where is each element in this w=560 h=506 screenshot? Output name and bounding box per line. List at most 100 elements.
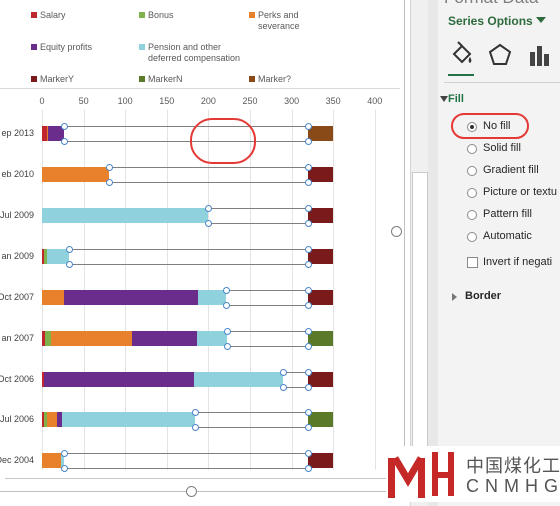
selection-handle[interactable] — [305, 424, 313, 431]
selection-handle[interactable] — [66, 261, 74, 268]
picture-fill-option[interactable]: Picture or textu — [467, 186, 560, 204]
bar-segment[interactable] — [42, 453, 62, 468]
selected-series-outline[interactable] — [63, 126, 309, 127]
selection-handle[interactable] — [60, 123, 68, 130]
bar-segment[interactable] — [308, 167, 334, 182]
x-tick-label: 150 — [159, 96, 175, 106]
selection-handle[interactable] — [222, 302, 230, 309]
selection-handle[interactable] — [305, 138, 313, 145]
selection-handle[interactable] — [222, 287, 230, 294]
selected-series-outline[interactable] — [208, 223, 309, 224]
legend-entry[interactable]: Perks and severance — [249, 10, 328, 32]
invert-checkbox[interactable] — [467, 257, 478, 268]
bar-segment[interactable] — [308, 331, 334, 346]
chart-row: an 2009 — [0, 246, 410, 268]
selected-series-outline[interactable] — [225, 290, 309, 291]
selection-handle[interactable] — [305, 302, 313, 309]
selected-series-outline[interactable] — [225, 305, 309, 306]
selection-handle[interactable] — [205, 220, 213, 227]
chart-resize-handle-right[interactable] — [391, 226, 402, 237]
selection-handle[interactable] — [223, 328, 231, 335]
selection-handle[interactable] — [60, 138, 68, 145]
selected-series-outline[interactable] — [108, 167, 309, 168]
selected-series-outline[interactable] — [226, 346, 309, 347]
legend-entry[interactable]: Pension and other deferred compensation — [139, 42, 256, 64]
bar-segment[interactable] — [46, 412, 57, 427]
selection-handle[interactable] — [61, 450, 69, 457]
selected-series-outline[interactable] — [108, 182, 309, 183]
bar-chart-options-icon[interactable] — [524, 40, 554, 70]
bar-segment[interactable] — [308, 290, 334, 305]
bar-segment[interactable] — [43, 372, 195, 387]
selection-handle[interactable] — [105, 179, 113, 186]
expand-arrow-icon[interactable] — [440, 96, 448, 102]
selection-handle[interactable] — [305, 465, 313, 472]
automatic-fill-option[interactable]: Automatic — [467, 230, 560, 248]
selection-handle[interactable] — [61, 465, 69, 472]
selected-series-outline[interactable] — [69, 264, 309, 265]
bar-segment[interactable] — [308, 372, 334, 387]
radio-button[interactable] — [467, 232, 477, 242]
legend-entry[interactable]: Salary — [31, 10, 110, 21]
fill-bucket-icon[interactable] — [446, 40, 476, 70]
bar-segment[interactable] — [308, 208, 334, 223]
bar-segment[interactable] — [196, 331, 227, 346]
solid-fill-option[interactable]: Solid fill — [467, 142, 560, 160]
radio-button[interactable] — [467, 166, 477, 176]
invert-if-negative-option[interactable]: Invert if negati — [467, 256, 560, 274]
bar-segment[interactable] — [308, 126, 334, 141]
legend-entry[interactable]: MarkerY — [31, 74, 110, 85]
selection-handle[interactable] — [305, 343, 313, 350]
selected-series-outline[interactable] — [64, 453, 309, 454]
fill-section-header[interactable]: Fill — [448, 93, 464, 105]
legend-entry[interactable]: MarkerN — [139, 74, 218, 85]
collapse-arrow-icon[interactable] — [452, 293, 457, 301]
pattern-fill-option[interactable]: Pattern fill — [467, 208, 560, 226]
selected-series-outline[interactable] — [208, 208, 309, 209]
border-section-header[interactable]: Border — [465, 290, 501, 302]
bar-segment[interactable] — [51, 331, 132, 346]
selection-handle[interactable] — [205, 205, 213, 212]
bar-segment[interactable] — [131, 331, 197, 346]
selection-handle[interactable] — [192, 409, 200, 416]
selected-series-outline[interactable] — [195, 427, 309, 428]
bar-segment[interactable] — [42, 208, 209, 223]
bar-segment[interactable] — [42, 290, 64, 305]
selection-handle[interactable] — [223, 343, 231, 350]
bar-segment[interactable] — [63, 290, 199, 305]
chart-resize-handle-bottom[interactable] — [186, 486, 197, 497]
selection-handle[interactable] — [280, 369, 288, 376]
selection-handle[interactable] — [280, 384, 288, 391]
selection-handle[interactable] — [105, 164, 113, 171]
selection-handle[interactable] — [192, 424, 200, 431]
radio-button[interactable] — [467, 144, 477, 154]
series-options-dropdown[interactable]: Series Options — [448, 14, 533, 28]
bar-segment[interactable] — [61, 412, 196, 427]
selection-handle[interactable] — [66, 246, 74, 253]
legend-entry[interactable]: Equity profits — [31, 42, 110, 53]
bar-segment[interactable] — [42, 167, 109, 182]
bar-segment[interactable] — [198, 290, 226, 305]
selected-series-outline[interactable] — [64, 468, 309, 469]
radio-button[interactable] — [467, 210, 477, 220]
selection-handle[interactable] — [305, 261, 313, 268]
bar-segment[interactable] — [308, 453, 334, 468]
bar-segment[interactable] — [308, 249, 334, 264]
selection-handle[interactable] — [305, 179, 313, 186]
legend-entry[interactable]: Marker? — [249, 74, 328, 85]
bar-segment[interactable] — [308, 412, 334, 427]
selected-series-outline[interactable] — [195, 412, 309, 413]
selection-handle[interactable] — [305, 384, 313, 391]
selected-series-outline[interactable] — [226, 331, 309, 332]
radio-button[interactable] — [467, 188, 477, 198]
format-data-series-pane: Format Data Series Options Fill No fillS… — [438, 0, 560, 506]
selection-handle[interactable] — [305, 220, 313, 227]
pentagon-effects-icon[interactable] — [485, 40, 515, 70]
gradient-fill-option[interactable]: Gradient fill — [467, 164, 560, 182]
selected-series-outline[interactable] — [69, 249, 309, 250]
bar-segment[interactable] — [194, 372, 284, 387]
selected-series-outline[interactable] — [63, 141, 309, 142]
chevron-down-icon[interactable] — [536, 17, 546, 23]
legend-entry[interactable]: Bonus — [139, 10, 218, 21]
chart-area[interactable]: Salary Bonus Perks and severance Equity pro… — [0, 0, 410, 506]
